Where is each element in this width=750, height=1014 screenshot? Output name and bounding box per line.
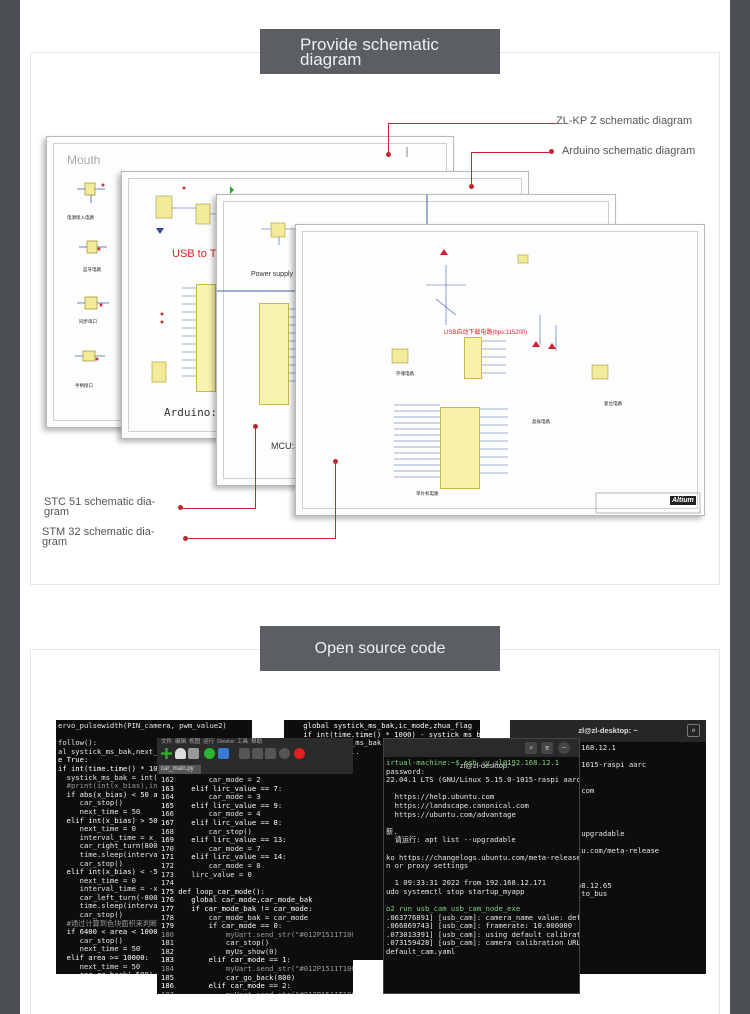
ssh-terminal-mid: zl@zl-desktop: ~ ⌕ ≡ – irtual-machine:~$… <box>383 738 580 994</box>
callout-dot-zlkpz <box>386 152 391 157</box>
ssh-mid-minimize-icon[interactable]: – <box>558 742 570 754</box>
callout-zlkpz: ZL-KP Z schematic diagram <box>556 115 693 127</box>
callout-line-zlkpz-v <box>388 123 389 154</box>
section-title-schematic: Provide schematic diagram <box>260 29 500 74</box>
section-title-code: Open source code <box>260 626 500 671</box>
new-file-icon[interactable] <box>161 748 172 759</box>
schematic-drawing-stm32: 存储电路 晶振电路 复位电路 单片机电路 <box>391 249 701 514</box>
ssh-mid-search-icon[interactable]: ⌕ <box>525 742 537 754</box>
ssh-mid-menu-icon[interactable]: ≡ <box>541 742 553 754</box>
callout-dot-arduino-end <box>549 149 554 154</box>
debug-icon[interactable] <box>218 748 229 759</box>
callout-line-arduino-v <box>471 152 472 185</box>
svg-text:蓝牙电路: 蓝牙电路 <box>83 266 101 273</box>
code-line: 173 lirc_value = 0 <box>161 869 252 879</box>
left-border-bar <box>0 0 20 1014</box>
code-line: 请运行: apt list --upgradable <box>386 835 516 845</box>
ide-window: 文件 编辑 视图 运行 Device 工具 帮助 car_main.py 162… <box>157 738 353 994</box>
callout-dot-stc51-end <box>178 505 183 510</box>
svg-text:同步串口: 同步串口 <box>79 319 97 325</box>
callout-line-stc51 <box>180 508 256 509</box>
svg-text:存储电路: 存储电路 <box>396 370 414 377</box>
callout-stc51: STC 51 schematic dia-gram <box>44 496 156 518</box>
callout-dot-stm32-end <box>183 536 188 541</box>
callout-dot-arduino <box>469 184 474 189</box>
step-over-icon[interactable] <box>239 748 250 759</box>
svg-text:晶振电路: 晶振电路 <box>532 418 550 425</box>
svg-text:电源接入电路: 电源接入电路 <box>67 214 94 221</box>
code-line: udo systemctl stop startup_myapp <box>386 886 525 896</box>
ide-tab-car-main[interactable]: car_main.py <box>159 765 201 774</box>
callout-line-zlkpz <box>388 123 556 124</box>
code-line: n or proxy settings <box>386 861 469 871</box>
ssh-mid-body: irtual-machine:~$ ssh -y zl@192.168.12.1… <box>386 758 580 993</box>
schematic-sheet-stm32: USB自动下载电路(bps:115200) 存储电路 晶振电路 复位电路 单片机… <box>295 224 705 516</box>
step-into-icon[interactable] <box>252 748 263 759</box>
code-line: https://ubuntu.com/advantage <box>386 809 516 819</box>
page: Provide schematic diagram Mouth 电源接入电路 蓝… <box>20 0 730 1014</box>
ide-code-body: 162 car_mode = 2 163 elif lirc_value == 7… <box>161 775 353 994</box>
right-border-bar <box>730 0 750 1014</box>
callout-dot-stc51 <box>253 424 258 429</box>
save-icon[interactable] <box>188 748 199 759</box>
open-icon[interactable] <box>175 748 186 759</box>
ide-toolbar: 文件 编辑 视图 运行 Device 工具 帮助 car_main.py <box>157 738 353 774</box>
callout-dot-stm32 <box>333 459 338 464</box>
code-line: default_cam.yaml <box>386 947 456 957</box>
ide-menu[interactable]: 文件 编辑 视图 运行 Device 工具 帮助 <box>161 738 262 746</box>
resume-icon[interactable] <box>279 748 290 759</box>
callout-line-stm32-v <box>335 462 336 539</box>
callout-line-stc51-v <box>255 426 256 508</box>
callout-line-arduino <box>471 152 551 153</box>
callout-line-stm32 <box>185 538 335 539</box>
callout-arduino: Arduino schematic diagram <box>562 145 696 157</box>
stop-icon[interactable] <box>294 748 305 759</box>
code-line: 187 myUart.send_str("#012P1511T100 <box>161 990 353 994</box>
ssh-right-search-icon[interactable]: ⌕ <box>687 724 700 737</box>
svg-text:复位电路: 复位电路 <box>604 400 622 407</box>
step-out-icon[interactable] <box>265 748 276 759</box>
altium-logo: Altium <box>670 496 696 505</box>
code-line: 22.04.1 LTS (GNU/Linux 5.15.0-1015-raspi… <box>386 775 580 785</box>
code-line: ervo_pulsewidth(PIN_camera, pwm_value2) <box>58 721 227 730</box>
svg-text:单片机电路: 单片机电路 <box>416 490 439 497</box>
callout-stm32: STM 32 schematic dia-gram <box>42 526 155 548</box>
run-icon[interactable] <box>204 748 215 759</box>
svg-text:手柄接口: 手柄接口 <box>75 382 93 389</box>
